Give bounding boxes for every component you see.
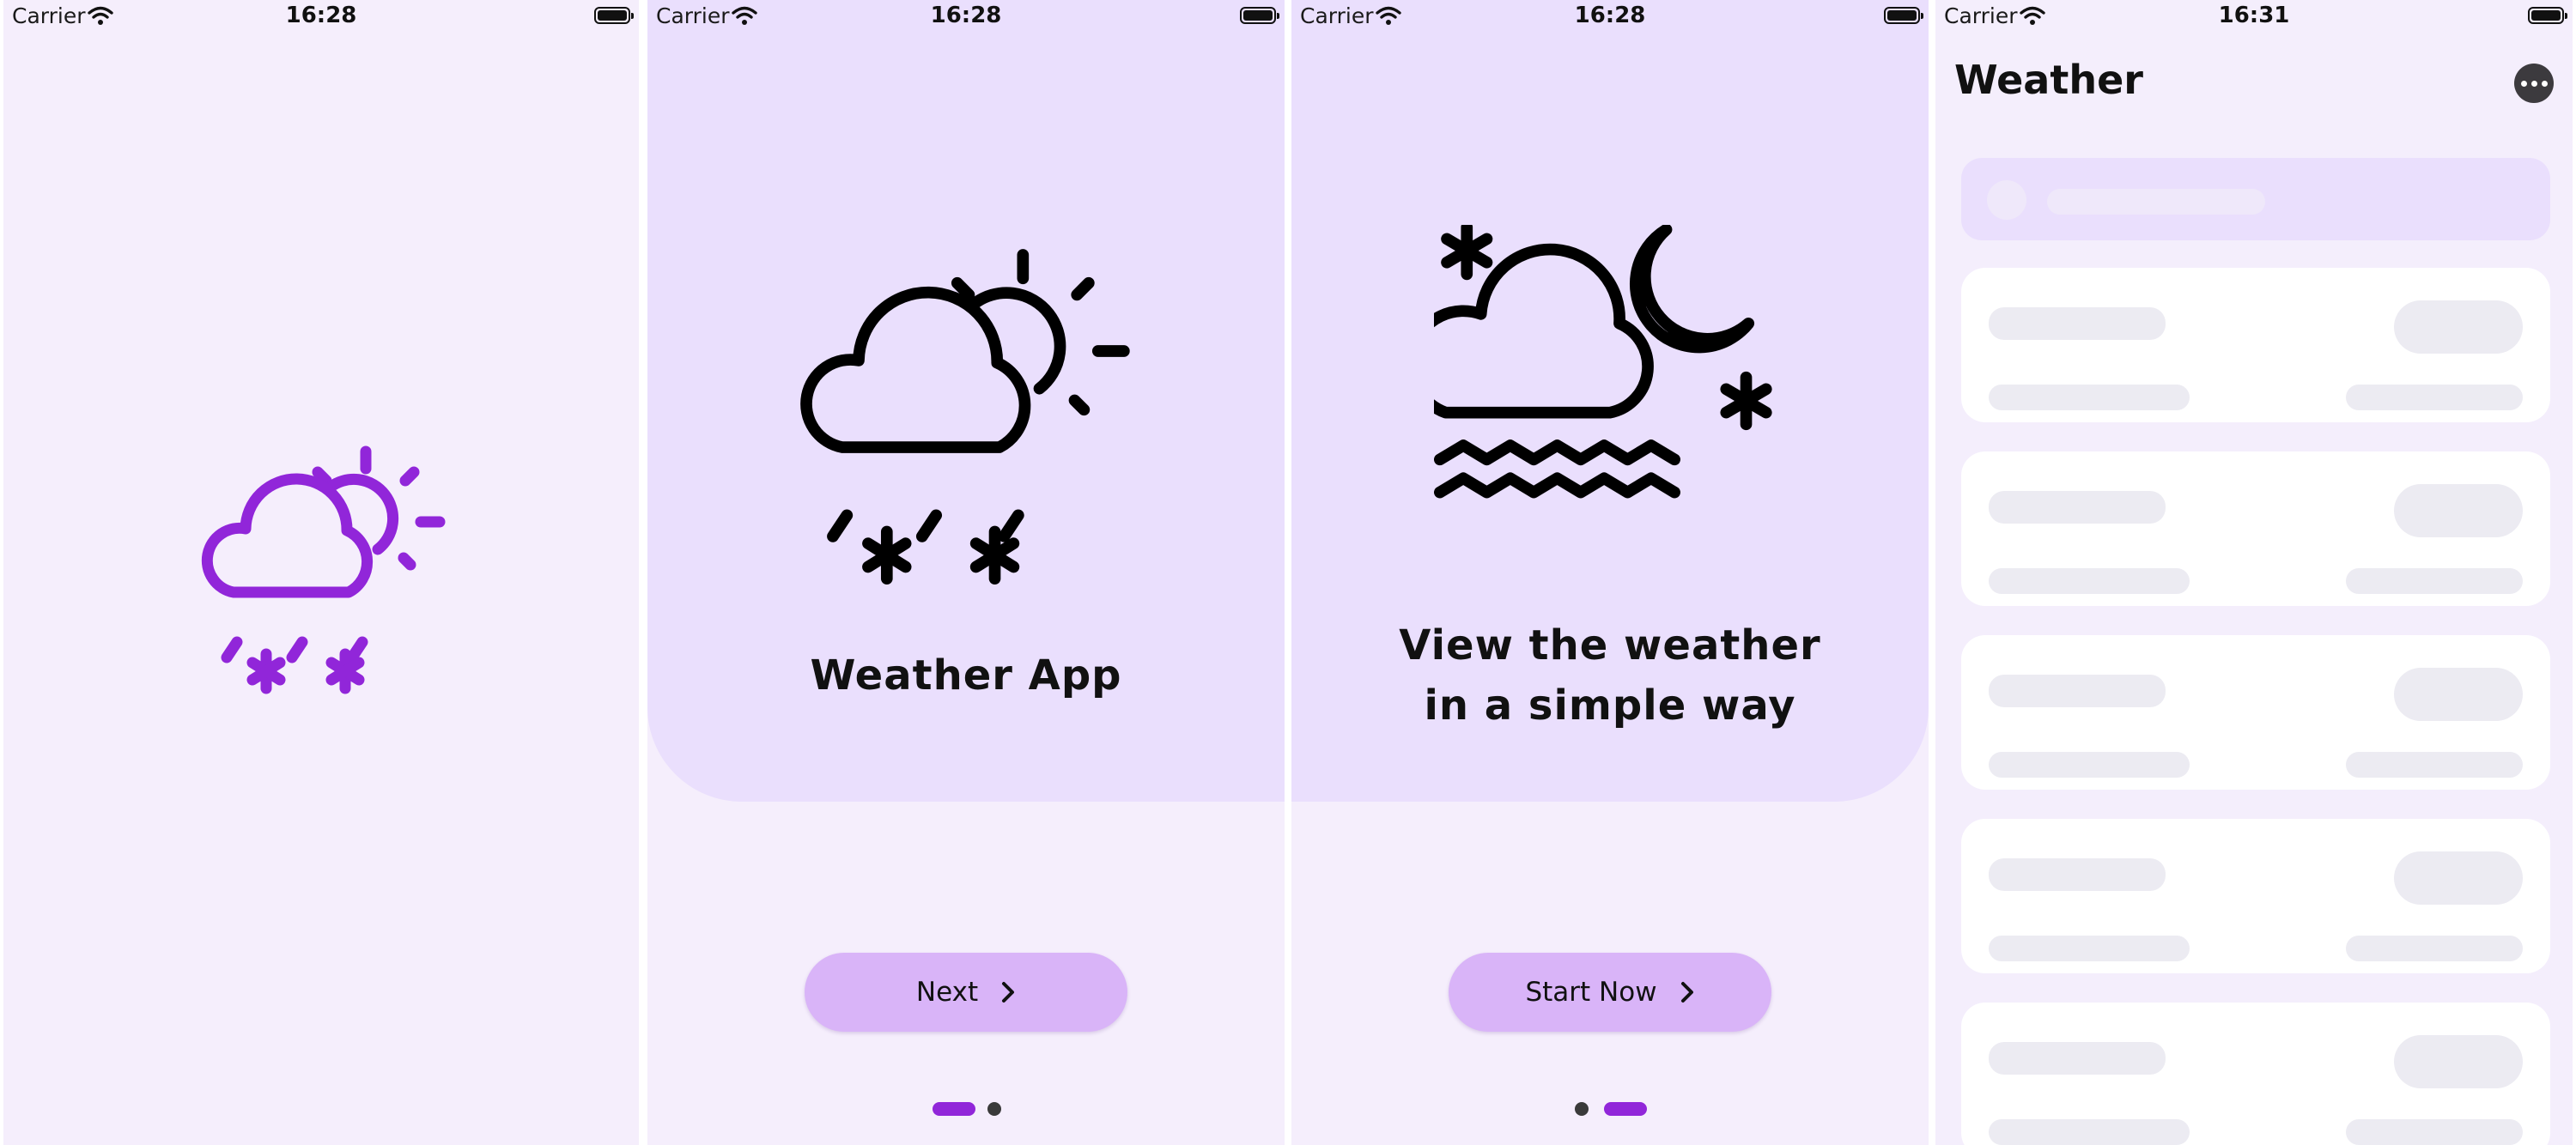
condition-placeholder (1989, 385, 2190, 410)
weather-card-skeleton[interactable] (1961, 1003, 2550, 1145)
battery-icon (1240, 7, 1279, 24)
battery-icon (1884, 7, 1923, 24)
page-dot[interactable] (987, 1102, 1001, 1116)
temperature-placeholder (2394, 851, 2523, 905)
temperature-placeholder (2394, 300, 2523, 354)
status-time: 16:28 (1574, 3, 1646, 28)
range-placeholder (2346, 752, 2523, 778)
cloud-sun-snow-icon (201, 445, 446, 694)
weather-card-skeleton[interactable] (1961, 819, 2550, 973)
city-name-placeholder (1989, 1042, 2166, 1075)
condition-placeholder (1989, 936, 2190, 961)
next-button-label: Next (915, 977, 979, 1008)
page-dot-active (933, 1102, 975, 1116)
page-indicator (647, 1102, 1285, 1118)
status-time: 16:28 (285, 3, 357, 28)
weather-card-skeleton[interactable] (1961, 451, 2550, 606)
chevron-right-icon (1680, 982, 1693, 1003)
weather-card-skeleton[interactable] (1961, 268, 2550, 422)
onboarding-title: View the weather in a simple way (1399, 621, 1821, 730)
city-name-placeholder (1989, 675, 2166, 707)
temperature-placeholder (2394, 1035, 2523, 1088)
onboarding-title: Weather App (810, 651, 1122, 700)
temperature-placeholder (2394, 668, 2523, 721)
chevron-right-icon (1002, 982, 1015, 1003)
status-bar: Carrier 16:28 (3, 0, 639, 34)
search-icon-placeholder (1987, 180, 2026, 220)
range-placeholder (2346, 385, 2523, 410)
status-time: 16:31 (2218, 3, 2290, 28)
city-name-placeholder (1989, 307, 2166, 340)
cloud-moon-fog-snow-icon (1434, 225, 1772, 499)
more-horizontal-icon[interactable] (2514, 64, 2554, 103)
battery-icon (594, 7, 634, 24)
status-bar: Carrier 16:31 (1935, 0, 2573, 34)
temperature-placeholder (2394, 484, 2523, 537)
weather-card-skeleton[interactable] (1961, 635, 2550, 790)
condition-placeholder (1989, 1119, 2190, 1145)
start-now-button-label: Start Now (1525, 977, 1657, 1008)
cloud-sun-snow-icon (800, 249, 1130, 585)
onboarding-screen-2: Carrier 16:28 View the weather in a simp… (1291, 0, 1929, 1145)
page-dot[interactable] (1575, 1102, 1589, 1116)
condition-placeholder (1989, 752, 2190, 778)
search-text-placeholder (2047, 189, 2265, 215)
battery-icon (2528, 7, 2567, 24)
splash-screen: Carrier 16:28 (3, 0, 639, 1145)
start-now-button[interactable]: Start Now (1449, 953, 1771, 1032)
range-placeholder (2346, 936, 2523, 961)
next-button[interactable]: Next (805, 953, 1127, 1032)
city-name-placeholder (1989, 491, 2166, 524)
range-placeholder (2346, 1119, 2523, 1145)
weather-list-screen: Carrier 16:31 Weather (1935, 0, 2573, 1145)
page-indicator (1291, 1102, 1929, 1118)
status-bar: Carrier 16:28 (1291, 0, 1929, 34)
page-dot-active (1604, 1102, 1647, 1116)
condition-placeholder (1989, 568, 2190, 594)
status-bar: Carrier 16:28 (647, 0, 1285, 34)
city-name-placeholder (1989, 858, 2166, 891)
search-bar-skeleton[interactable] (1961, 158, 2550, 240)
onboarding-screen-1: Carrier 16:28 Weather App Next (647, 0, 1285, 1145)
status-time: 16:28 (930, 3, 1002, 28)
page-title: Weather (1954, 57, 2143, 103)
range-placeholder (2346, 568, 2523, 594)
